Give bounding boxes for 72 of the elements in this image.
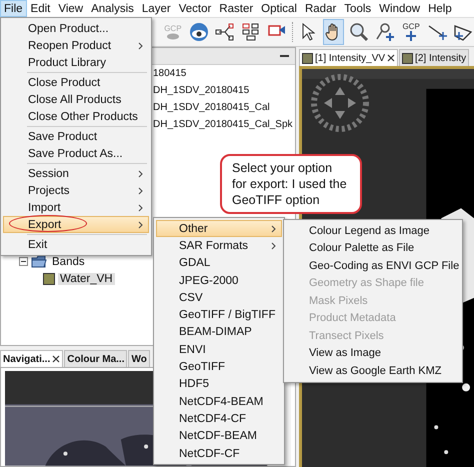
tree-item[interactable]: Bands [50,256,87,268]
menu-item[interactable]: View as Google Earth KMZ [286,362,460,380]
menu-title[interactable]: Layer [138,0,175,17]
menu-item[interactable]: Projects [3,182,149,199]
grid-icon [240,22,261,42]
menu-item[interactable]: Open Product... [3,20,149,37]
hand-button[interactable] [322,19,344,45]
close-icon[interactable] [52,355,60,364]
panel-tab[interactable]: Wo [128,350,150,368]
menu-title[interactable]: View [54,0,88,17]
pin-add-icon [375,22,396,42]
menu-item[interactable]: Reopen Product [3,37,149,54]
panel-tab[interactable]: Colour Ma... [64,350,128,368]
menu-item[interactable]: Product Library [3,54,149,71]
menu-item[interactable]: Other [156,220,282,238]
menu-title[interactable]: Raster [215,0,258,17]
menu-item[interactable]: Colour Legend as Image [286,222,460,240]
minimize-icon[interactable] [280,54,289,58]
zoom-icon [349,22,370,42]
menu-title[interactable]: Radar [300,0,340,17]
plus-icon [406,31,416,41]
menu-item[interactable]: Close Product [3,74,149,91]
cursor-icon [300,23,315,41]
eye-icon [188,22,209,42]
gcp-button[interactable]: GCP [400,19,422,45]
tree-item[interactable]: Water_VH [58,272,115,284]
menu-item[interactable]: Save Product As... [3,145,149,162]
menu-item[interactable]: NetCDF4-CF [156,410,282,428]
menu-item[interactable]: Export [3,216,149,233]
menu-item[interactable]: Close Other Products [3,108,149,125]
menu-title[interactable]: Tools [340,0,376,17]
callout-note: Select your option for export: I used the GeoTIFF option [220,154,362,214]
menu-title[interactable]: Window [375,0,424,17]
graph-icon [214,22,235,42]
menu-item[interactable]: NetCDF4-BEAM [156,392,282,410]
menu-item[interactable]: Save Product [3,128,149,145]
panel-tab[interactable]: Navigati... [0,350,64,368]
menu-item[interactable]: GeoTIFF [156,358,282,376]
close-icon[interactable] [387,54,396,62]
menu-item[interactable]: JPEG-2000 [156,272,282,290]
menu-item[interactable]: NetCDF-CF [156,444,282,462]
menu-item[interactable]: BEAM-DIMAP [156,324,282,342]
ellipse-icon [166,32,180,40]
image-icon [302,52,313,64]
menu-title[interactable]: Help [424,0,456,17]
menu-title[interactable]: Optical [257,0,301,17]
menu-item[interactable]: Import [3,199,149,216]
image-icon [402,52,414,64]
menu-item[interactable]: Close All Products [3,91,149,108]
menu-title[interactable]: Analysis [87,0,138,17]
folder-icon [31,255,47,268]
menu-item[interactable]: View as Image [286,344,460,362]
band-icon [43,272,55,284]
image-tab[interactable]: [1] Intensity_VV [299,49,398,66]
menu-item[interactable]: SAR Formats [156,237,282,255]
menu-item[interactable]: CSV [156,289,282,306]
menu-item[interactable]: Exit [3,236,149,253]
menu-item[interactable]: HDF5 [156,376,282,393]
menu-item[interactable]: NetCDF-BEAM [156,428,282,445]
menu-item[interactable]: Geo-Coding as ENVI GCP File [286,257,460,274]
polygon-icon [453,22,473,42]
menu-title[interactable]: File [0,0,27,17]
collapse-icon[interactable] [19,257,28,266]
menu-title[interactable]: Edit [26,0,54,17]
menu-title[interactable]: Vector [174,0,216,17]
image-tab[interactable]: [2] Intensity [399,49,470,66]
menu-item[interactable]: ENVI [156,341,282,358]
menu-item[interactable]: GDAL [156,254,282,272]
menu-item[interactable]: Session [3,165,149,182]
menu-item[interactable]: GeoTIFF / BigTIFF [156,306,282,324]
navigation-control-icon[interactable] [310,73,370,133]
menu-item[interactable]: Colour Palette as File [286,240,460,257]
